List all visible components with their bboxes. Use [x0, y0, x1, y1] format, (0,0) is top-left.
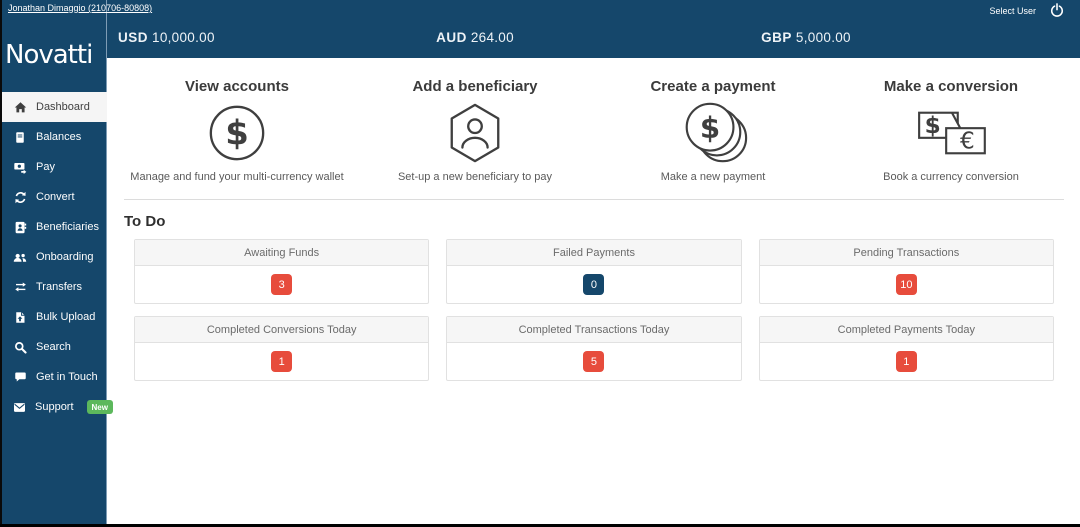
sync-arrows-icon	[13, 191, 27, 204]
action-title: Add a beneficiary	[412, 78, 538, 95]
card-title: Pending Transactions	[759, 240, 1053, 266]
svg-text:€: €	[960, 127, 975, 154]
svg-text:$: $	[225, 114, 249, 153]
top-bar: USD 10,000.00 AUD 264.00 GBP 5,000.00 Selec…	[0, 0, 1080, 60]
currency-amount: 264.00	[470, 30, 514, 45]
novatti-logo: Novatti	[5, 40, 93, 70]
sidebar: Novatti Dashboard Balances Pay Convert B…	[0, 0, 113, 524]
money-send-icon	[13, 161, 27, 174]
action-view-accounts[interactable]: View accounts $ Manage and fund your mul…	[118, 78, 356, 183]
sidebar-item-pay[interactable]: Pay	[2, 152, 107, 182]
action-description: Book a currency conversion	[883, 171, 1019, 183]
currency-exchange-icon: $ €	[832, 95, 1070, 171]
card-title: Completed Conversions Today	[135, 317, 429, 343]
beneficiary-hexagon-icon	[356, 95, 594, 171]
currency-code: USD	[118, 30, 149, 45]
envelope-icon	[13, 402, 26, 413]
action-description: Manage and fund your multi-currency wall…	[130, 171, 344, 183]
sidebar-item-beneficiaries[interactable]: Beneficiaries	[2, 212, 107, 242]
app-window: USD 10,000.00 AUD 264.00 GBP 5,000.00 Selec…	[0, 0, 1080, 524]
currency-code: GBP	[761, 30, 792, 45]
count-badge: 0	[583, 274, 605, 295]
todo-card-pending-transactions[interactable]: Pending Transactions 10	[758, 239, 1054, 304]
sidebar-item-support[interactable]: Support New	[2, 392, 113, 422]
svg-text:$: $	[925, 112, 941, 139]
action-description: Set-up a new beneficiary to pay	[397, 171, 553, 183]
home-icon	[13, 101, 27, 114]
todo-card-completed-conversions-today[interactable]: Completed Conversions Today 1	[134, 316, 430, 381]
sidebar-item-label: Balances	[36, 131, 82, 143]
svg-text:$: $	[700, 111, 720, 145]
dollar-circle-icon: $	[118, 95, 356, 171]
count-badge: 1	[895, 351, 917, 372]
card-title: Failed Payments	[447, 240, 741, 266]
action-make-conversion[interactable]: Make a conversion $ € Book a currency con…	[832, 78, 1070, 183]
sidebar-item-label: Dashboard	[36, 101, 90, 113]
card-title: Awaiting Funds	[135, 240, 429, 266]
sidebar-item-bulk-upload[interactable]: Bulk Upload	[2, 302, 107, 332]
quick-actions: View accounts $ Manage and fund your mul…	[108, 62, 1080, 183]
currency-balance-aud: AUD 264.00	[436, 30, 514, 45]
sidebar-item-onboarding[interactable]: Onboarding	[2, 242, 107, 272]
search-icon	[13, 341, 27, 354]
sidebar-item-convert[interactable]: Convert	[2, 182, 107, 212]
sidebar-item-label: Transfers	[36, 281, 83, 293]
select-user-button[interactable]: Select User	[989, 6, 1036, 16]
file-upload-icon	[13, 311, 27, 324]
currency-balance-usd: USD 10,000.00	[118, 30, 215, 45]
users-icon	[13, 251, 27, 264]
card-title: Completed Transactions Today	[447, 317, 741, 343]
todo-card-completed-transactions-today[interactable]: Completed Transactions Today 5	[446, 316, 742, 381]
count-badge: 10	[895, 274, 917, 295]
sidebar-item-label: Convert	[36, 191, 75, 203]
sidebar-menu: Dashboard Balances Pay Convert Beneficia…	[2, 92, 113, 422]
card-title: Completed Payments Today	[759, 317, 1053, 343]
todo-card-awaiting-funds[interactable]: Awaiting Funds 3	[134, 239, 430, 304]
current-user-link[interactable]: Jonathan Dimaggio (210706-80808)	[8, 3, 152, 13]
section-divider	[124, 199, 1064, 200]
ledger-book-icon	[13, 131, 27, 144]
count-badge: 5	[583, 351, 605, 372]
todo-card-failed-payments[interactable]: Failed Payments 0	[446, 239, 742, 304]
main-content: View accounts $ Manage and fund your mul…	[108, 62, 1080, 521]
address-book-icon	[13, 221, 27, 234]
new-badge: New	[86, 400, 113, 414]
action-title: Make a conversion	[883, 78, 1019, 95]
currency-amount: 10,000.00	[152, 30, 215, 45]
sidebar-item-label: Beneficiaries	[36, 221, 99, 233]
exchange-arrows-icon	[13, 281, 27, 293]
sidebar-item-search[interactable]: Search	[2, 332, 107, 362]
sidebar-item-dashboard[interactable]: Dashboard	[2, 92, 107, 122]
action-create-payment[interactable]: Create a payment $ Make a new payment	[594, 78, 832, 183]
power-icon[interactable]	[1050, 3, 1064, 17]
sidebar-item-label: Pay	[36, 161, 55, 173]
action-add-beneficiary[interactable]: Add a beneficiary Set-up a new beneficia…	[356, 78, 594, 183]
sidebar-item-label: Support	[35, 401, 74, 413]
sidebar-item-label: Onboarding	[36, 251, 94, 263]
sidebar-item-label: Search	[36, 341, 71, 353]
currency-amount: 5,000.00	[795, 30, 851, 45]
coins-icon: $	[594, 95, 832, 171]
count-badge: 3	[271, 274, 293, 295]
sidebar-item-balances[interactable]: Balances	[2, 122, 107, 152]
todo-heading: To Do	[124, 213, 166, 230]
chat-bubble-icon	[13, 371, 27, 383]
count-badge: 1	[271, 351, 293, 372]
todo-card-completed-payments-today[interactable]: Completed Payments Today 1	[758, 316, 1054, 381]
action-description: Make a new payment	[660, 171, 766, 183]
sidebar-item-get-in-touch[interactable]: Get in Touch	[2, 362, 107, 392]
action-title: Create a payment	[650, 78, 776, 95]
currency-code: AUD	[436, 30, 467, 45]
sidebar-item-transfers[interactable]: Transfers	[2, 272, 107, 302]
sidebar-item-label: Get in Touch	[36, 371, 98, 383]
currency-balance-gbp: GBP 5,000.00	[761, 30, 851, 45]
action-title: View accounts	[185, 78, 289, 95]
todo-grid: Awaiting Funds 3 Failed Payments 0 Pendi…	[134, 239, 1054, 381]
sidebar-item-label: Bulk Upload	[36, 311, 96, 323]
